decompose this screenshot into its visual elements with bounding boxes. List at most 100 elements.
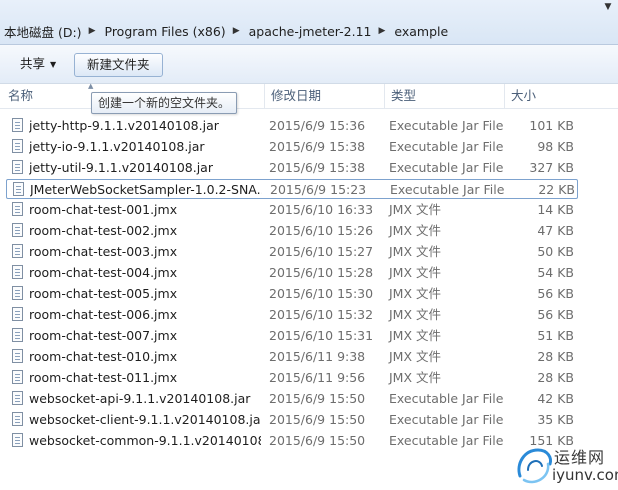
file-row[interactable]: websocket-api-9.1.1.v20140108.jar 2015/6/… [6, 389, 578, 409]
file-icon [12, 244, 23, 258]
file-icon [12, 412, 23, 426]
file-name: room-chat-test-006.jmx [29, 307, 178, 322]
file-icon [12, 328, 23, 342]
file-size: 28 KB [537, 370, 574, 385]
breadcrumb-jmeter[interactable]: apache-jmeter-2.11 [245, 24, 374, 39]
file-row[interactable]: room-chat-test-010.jmx 2015/6/11 9:38 JMX … [6, 347, 578, 367]
file-row[interactable]: jetty-http-9.1.1.v20140108.jar 2015/6/9 1… [6, 116, 578, 136]
file-date: 2015/6/9 15:50 [269, 391, 366, 406]
address-bar[interactable]: 本地磁盘 (D:) ▶ Program Files (x86) ▶ apache… [0, 0, 618, 45]
breadcrumb-drive[interactable]: 本地磁盘 (D:) [0, 22, 84, 41]
file-row[interactable]: room-chat-test-007.jmx 2015/6/10 15:31 JMX… [6, 326, 578, 346]
file-row[interactable]: JMeterWebSocketSampler-1.0.2-SNA... 2015/… [6, 179, 578, 199]
file-date: 2015/6/9 15:36 [269, 118, 366, 133]
chevron-right-icon[interactable]: ▶ [228, 26, 245, 36]
file-size: 101 KB [529, 118, 574, 133]
file-icon [12, 286, 23, 300]
file-date: 2015/6/10 15:28 [269, 265, 374, 280]
file-icon [12, 349, 23, 363]
file-row[interactable]: room-chat-test-005.jmx 2015/6/10 15:30 JMX… [6, 284, 578, 304]
file-date: 2015/6/9 15:23 [270, 182, 367, 197]
file-icon [13, 182, 24, 196]
file-name: websocket-common-9.1.1.v20140108... [29, 433, 261, 448]
file-type: JMX 文件 [389, 265, 442, 280]
toolbar: 共享 ▼ 新建文件夹 [0, 45, 618, 84]
file-size: 28 KB [537, 349, 574, 364]
file-type: Executable Jar File [389, 118, 504, 133]
chevron-right-icon[interactable]: ▶ [84, 26, 101, 36]
file-icon [12, 433, 23, 447]
file-size: 327 KB [529, 160, 574, 175]
watermark-cn-text: 运维网 [554, 448, 606, 467]
file-icon [12, 391, 23, 405]
column-header-type[interactable]: 类型 [384, 84, 504, 108]
file-icon [12, 118, 23, 132]
file-row[interactable]: room-chat-test-001.jmx 2015/6/10 16:33 JMX… [6, 200, 578, 220]
file-date: 2015/6/10 16:33 [269, 202, 374, 217]
file-size: 35 KB [537, 412, 574, 427]
file-name: room-chat-test-003.jmx [29, 244, 178, 259]
file-name: websocket-client-9.1.1.v20140108.jar [29, 412, 261, 427]
file-row[interactable]: websocket-common-9.1.1.v20140108... 2015/… [6, 431, 578, 451]
address-dropdown-icon[interactable]: ▼ [602, 2, 614, 16]
file-row[interactable]: room-chat-test-002.jmx 2015/6/10 15:26 JMX… [6, 221, 578, 241]
file-row[interactable]: jetty-io-9.1.1.v20140108.jar 2015/6/9 15:… [6, 137, 578, 157]
file-date: 2015/6/10 15:31 [269, 328, 374, 343]
file-row[interactable]: room-chat-test-011.jmx 2015/6/11 9:56 JMX … [6, 368, 578, 388]
share-button[interactable]: 共享 ▼ [12, 53, 64, 75]
swirl-logo-icon [517, 448, 552, 484]
file-name: room-chat-test-002.jmx [29, 223, 178, 238]
file-icon [12, 307, 23, 321]
file-type: JMX 文件 [389, 223, 442, 238]
file-row[interactable]: room-chat-test-004.jmx 2015/6/10 15:28 JMX… [6, 263, 578, 283]
file-date: 2015/6/9 15:38 [269, 160, 366, 175]
file-row[interactable]: room-chat-test-003.jmx 2015/6/10 15:27 JMX… [6, 242, 578, 262]
file-size: 54 KB [537, 265, 574, 280]
column-header-size[interactable]: 大小 [504, 84, 588, 108]
file-date: 2015/6/10 15:30 [269, 286, 374, 301]
file-date: 2015/6/10 15:32 [269, 307, 374, 322]
file-size: 56 KB [537, 286, 574, 301]
file-name: jetty-util-9.1.1.v20140108.jar [29, 160, 213, 175]
file-size: 22 KB [538, 182, 575, 197]
file-name: JMeterWebSocketSampler-1.0.2-SNA... [30, 182, 262, 197]
file-icon [12, 265, 23, 279]
file-date: 2015/6/11 9:38 [269, 349, 366, 364]
file-type: JMX 文件 [389, 307, 442, 322]
file-type: Executable Jar File [389, 160, 504, 175]
file-icon [12, 202, 23, 216]
file-row[interactable]: jetty-util-9.1.1.v20140108.jar 2015/6/9 1… [6, 158, 578, 178]
chevron-down-icon: ▼ [50, 60, 57, 69]
file-date: 2015/6/10 15:26 [269, 223, 374, 238]
file-size: 98 KB [537, 139, 574, 154]
file-name: jetty-http-9.1.1.v20140108.jar [29, 118, 219, 133]
new-folder-button[interactable]: 新建文件夹 [74, 53, 163, 77]
file-date: 2015/6/9 15:50 [269, 412, 366, 427]
file-type: Executable Jar File [389, 412, 504, 427]
file-type: JMX 文件 [389, 328, 442, 343]
file-name: room-chat-test-011.jmx [29, 370, 178, 385]
file-type: JMX 文件 [389, 202, 442, 217]
breadcrumb-program-files[interactable]: Program Files (x86) [101, 24, 228, 39]
file-date: 2015/6/10 15:27 [269, 244, 374, 259]
file-row[interactable]: room-chat-test-006.jmx 2015/6/10 15:32 JMX… [6, 305, 578, 325]
chevron-right-icon[interactable]: ▶ [373, 26, 390, 36]
breadcrumb-example[interactable]: example [390, 24, 450, 39]
file-name: room-chat-test-010.jmx [29, 349, 178, 364]
breadcrumb: 本地磁盘 (D:) ▶ Program Files (x86) ▶ apache… [0, 20, 618, 42]
file-icon [12, 160, 23, 174]
column-header-date[interactable]: 修改日期 [264, 84, 384, 108]
file-type: Executable Jar File [390, 182, 505, 197]
file-row[interactable]: websocket-client-9.1.1.v20140108.jar 2015… [6, 410, 578, 430]
new-folder-tooltip: 创建一个新的空文件夹。 [91, 92, 238, 114]
file-icon [12, 370, 23, 384]
file-name: jetty-io-9.1.1.v20140108.jar [29, 139, 205, 154]
file-name: websocket-api-9.1.1.v20140108.jar [29, 391, 251, 406]
file-type: JMX 文件 [389, 286, 442, 301]
file-type: JMX 文件 [389, 244, 442, 259]
file-size: 56 KB [537, 307, 574, 322]
sort-up-icon: ▲ [88, 82, 94, 90]
file-size: 50 KB [537, 244, 574, 259]
share-label: 共享 [20, 56, 46, 71]
file-type: Executable Jar File [389, 391, 504, 406]
